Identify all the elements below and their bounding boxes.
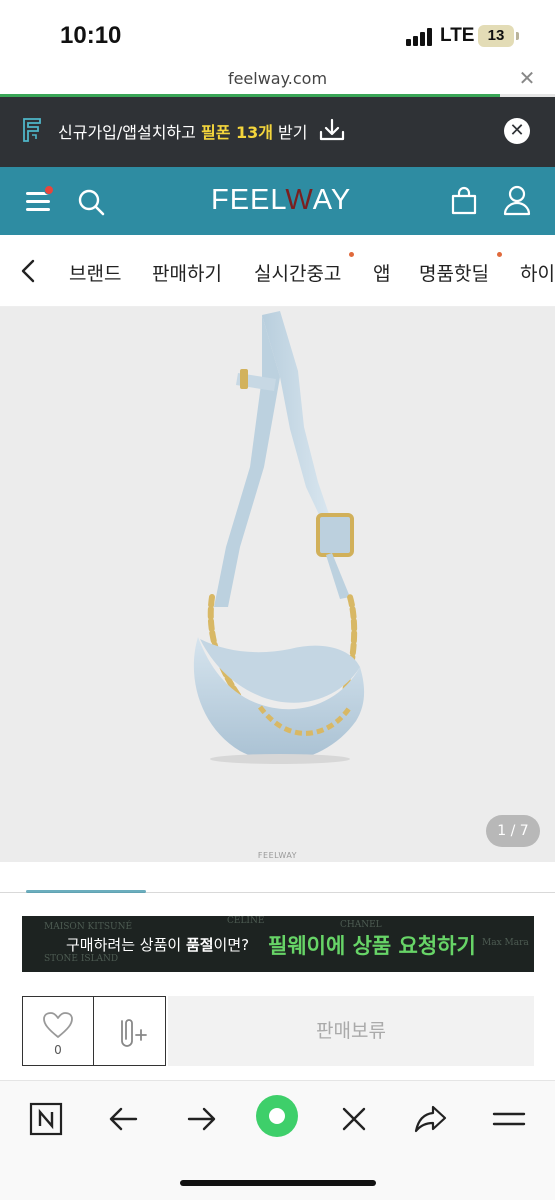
nav-item-realtime-used[interactable]: 실시간중고 [254, 259, 341, 286]
heart-icon [43, 1012, 73, 1038]
ad-question-bold: 품절 [185, 936, 214, 954]
green-dot-home-icon[interactable] [254, 1093, 300, 1139]
download-icon[interactable] [318, 117, 346, 143]
search-icon[interactable] [76, 187, 106, 217]
promo-text-after: 받기 [272, 123, 308, 142]
image-watermark: FEELWAY [257, 851, 298, 860]
home-indicator [180, 1180, 376, 1186]
url-text[interactable]: feelway.com [0, 69, 555, 88]
promo-highlight: 필폰 13개 [200, 123, 273, 142]
tab-active-indicator [26, 890, 146, 893]
battery-icon: 13 [478, 25, 514, 47]
feelway-logo[interactable]: FEELWAY [211, 184, 351, 217]
paperclip-plus-icon [121, 1019, 147, 1047]
product-photo-shoulder-bag [193, 311, 365, 764]
logo-prefix: FEEL [211, 184, 286, 216]
like-count: 0 [54, 1043, 62, 1057]
status-bar: 10:10 LTE 13 [0, 0, 555, 64]
share-icon[interactable] [409, 1097, 453, 1141]
promo-text-before: 신규가입/앱설치하고 [58, 123, 201, 142]
url-close-icon[interactable]: ✕ [516, 67, 538, 89]
ad-question-before: 구매하려는 상품이 [66, 936, 186, 954]
ad-bg-word: MAISON KITSUNÉ [44, 922, 133, 932]
battery-tip [516, 32, 519, 40]
ad-bg-word: CHANEL [340, 920, 382, 930]
network-type: LTE [440, 25, 475, 46]
sale-on-hold-button[interactable]: 판매보류 [168, 996, 534, 1066]
attach-add-button[interactable] [93, 996, 166, 1066]
logo-w: W [285, 184, 313, 216]
feelway-app-icon [23, 118, 41, 142]
product-request-banner[interactable]: MAISON KITSUNÉ CHANEL STONE ISLAND CELIN… [22, 916, 534, 972]
nav-item-luxury-deal[interactable]: 명품핫딜 [419, 259, 489, 286]
back-arrow-icon[interactable] [102, 1097, 146, 1141]
chevron-left-icon[interactable] [18, 259, 38, 283]
product-image-carousel[interactable]: FEELWAY 1 / 7 [0, 307, 555, 862]
naver-n-icon[interactable] [24, 1097, 68, 1141]
nav-item-more[interactable]: 하이 [520, 259, 555, 286]
ad-cta-text[interactable]: 필웨이에 상품 요청하기 [268, 930, 476, 960]
ad-question-after: 이면? [213, 936, 250, 954]
ad-bg-word: STONE ISLAND [44, 954, 119, 964]
nav-item-sell[interactable]: 판매하기 [152, 259, 222, 286]
promo-text[interactable]: 신규가입/앱설치하고 필폰 13개 받기 [58, 119, 308, 143]
like-button[interactable]: 0 [22, 996, 94, 1066]
shopping-bag-icon[interactable] [450, 186, 478, 216]
browser-url-bar[interactable]: feelway.com ✕ [0, 64, 555, 96]
nav-new-dot [497, 252, 502, 257]
promo-close-button[interactable]: ✕ [504, 118, 530, 144]
logo-suffix: AY [312, 184, 352, 216]
menu-notification-dot [44, 185, 54, 195]
forward-arrow-icon[interactable] [179, 1097, 223, 1141]
category-nav: 브랜드 판매하기 실시간중고 앱 명품핫딜 하이 [0, 235, 555, 307]
nav-new-dot [349, 252, 354, 257]
user-account-icon[interactable] [502, 184, 532, 216]
nav-item-app[interactable]: 앱 [373, 259, 390, 286]
ad-bg-word: CELINE [227, 916, 265, 926]
ad-question: 구매하려는 상품이 품절이면? [66, 934, 249, 955]
app-install-banner[interactable]: 신규가입/앱설치하고 필폰 13개 받기 ✕ [0, 97, 555, 167]
product-action-row: 0 판매보류 [22, 996, 534, 1066]
status-time: 10:10 [60, 22, 122, 49]
ad-bg-word: Max Mara [482, 938, 529, 948]
more-menu-icon[interactable] [487, 1097, 531, 1141]
nav-item-brand[interactable]: 브랜드 [69, 259, 121, 286]
image-counter: 1 / 7 [486, 815, 540, 847]
cellular-signal-icon [406, 28, 436, 46]
close-icon[interactable] [332, 1097, 376, 1141]
